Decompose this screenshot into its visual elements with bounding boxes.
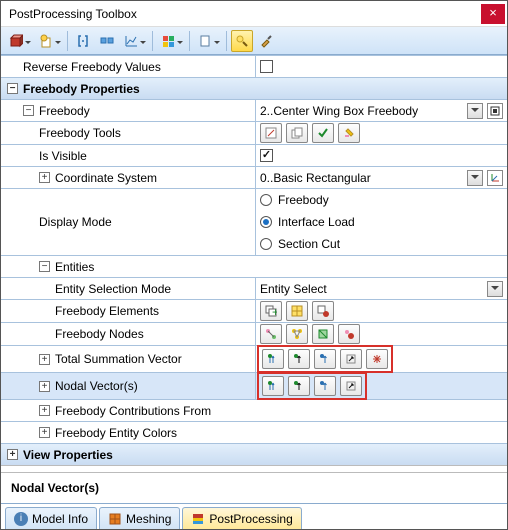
freebody-pick-button[interactable] (487, 103, 503, 119)
nvec-highlight-box (257, 372, 367, 400)
freebody-label: Freebody (39, 104, 90, 118)
dmode-label: Display Mode (1, 189, 255, 255)
main-toolbar (1, 27, 507, 55)
fbnode-label: Freebody Nodes (1, 323, 255, 345)
tab-meshing[interactable]: Meshing (99, 507, 180, 529)
tsv-icon-5[interactable] (366, 349, 388, 369)
fbprops-label: Freebody Properties (23, 82, 140, 96)
tool-bracket[interactable] (72, 30, 94, 52)
tool-page-dd[interactable] (194, 30, 222, 52)
nvec-label: Nodal Vector(s) (55, 379, 138, 393)
expand-csys[interactable]: + (39, 172, 50, 183)
csys-combo[interactable] (260, 169, 463, 187)
expand-tsv[interactable]: + (39, 354, 50, 365)
fbelem-grid-icon[interactable] (286, 301, 308, 321)
tool-new-dd[interactable] (35, 30, 63, 52)
info-icon: i (14, 512, 28, 526)
tsv-icon-2[interactable] (288, 349, 310, 369)
fbtools-label: Freebody Tools (1, 122, 255, 144)
tsv-icon-1[interactable] (262, 349, 284, 369)
tool-grid-dd[interactable] (157, 30, 185, 52)
collapse-entities[interactable]: − (39, 261, 50, 272)
bottom-tabs: iModel Info Meshing PostProcessing (1, 503, 507, 529)
tool-brush[interactable] (255, 30, 277, 52)
csys-dd-button[interactable] (467, 170, 483, 186)
reverse-checkbox[interactable] (260, 60, 273, 73)
pp-icon (191, 512, 205, 526)
visible-checkbox[interactable] (260, 149, 273, 162)
close-button[interactable]: × (481, 4, 505, 24)
selmode-combo[interactable] (260, 280, 483, 298)
tool-cube-dd[interactable] (5, 30, 33, 52)
tsv-label: Total Summation Vector (55, 352, 182, 366)
nvec-icon-1[interactable] (262, 376, 284, 396)
svg-text:+: + (272, 305, 277, 317)
reverse-label: Reverse Freebody Values (1, 56, 255, 77)
fbnode-icon-4[interactable] (338, 324, 360, 344)
dmode-interface[interactable]: Interface Load (260, 212, 355, 232)
fbcolors-label: Freebody Entity Colors (55, 426, 177, 440)
viewprops-label: View Properties (23, 448, 113, 462)
expand-fbcontrib[interactable]: + (39, 405, 50, 416)
dmode-section[interactable]: Section Cut (260, 234, 340, 254)
property-grid: Reverse Freebody Values −Freebody Proper… (1, 55, 507, 466)
mesh-icon (108, 512, 122, 526)
tsv-icon-3[interactable] (314, 349, 336, 369)
expand-viewprops[interactable]: + (7, 449, 18, 460)
expand-nvec[interactable]: + (39, 381, 50, 392)
fbtools-copy-icon[interactable] (286, 123, 308, 143)
tool-highlight-wand[interactable] (231, 30, 253, 52)
fbtools-check-icon[interactable] (312, 123, 334, 143)
entities-label: Entities (55, 260, 94, 274)
tool-chart-dd[interactable] (120, 30, 148, 52)
tool-boxes[interactable] (96, 30, 118, 52)
tsv-icon-4[interactable] (340, 349, 362, 369)
collapse-fbprops[interactable]: − (7, 83, 18, 94)
fbelem-add-icon[interactable]: + (260, 301, 282, 321)
nvec-icon-2[interactable] (288, 376, 310, 396)
nvec-icon-4[interactable] (340, 376, 362, 396)
csys-axes-button[interactable] (487, 170, 503, 186)
fbelem-remove-icon[interactable] (312, 301, 334, 321)
collapse-freebody[interactable]: − (23, 105, 34, 116)
fbcontrib-label: Freebody Contributions From (55, 404, 211, 418)
fbtools-edit-icon[interactable] (260, 123, 282, 143)
fbnode-icon-1[interactable] (260, 324, 282, 344)
window-title: PostProcessing Toolbox (9, 7, 137, 21)
tab-postprocessing[interactable]: PostProcessing (182, 507, 301, 529)
expand-fbcolors[interactable]: + (39, 427, 50, 438)
fbelem-label: Freebody Elements (1, 300, 255, 322)
csys-label: Coordinate System (55, 171, 157, 185)
freebody-combo[interactable] (260, 102, 463, 120)
visible-label: Is Visible (1, 145, 255, 166)
tsv-highlight-box (257, 345, 393, 373)
tab-model-info[interactable]: iModel Info (5, 507, 97, 529)
selmode-dd-button[interactable] (487, 281, 503, 297)
freebody-dd-button[interactable] (467, 103, 483, 119)
fbnode-icon-2[interactable] (286, 324, 308, 344)
fbnode-icon-3[interactable] (312, 324, 334, 344)
detail-label: Nodal Vector(s) (1, 472, 507, 503)
selmode-label: Entity Selection Mode (1, 278, 255, 299)
dmode-freebody[interactable]: Freebody (260, 190, 329, 210)
fbtools-delete-icon[interactable] (338, 123, 360, 143)
nvec-icon-3[interactable] (314, 376, 336, 396)
